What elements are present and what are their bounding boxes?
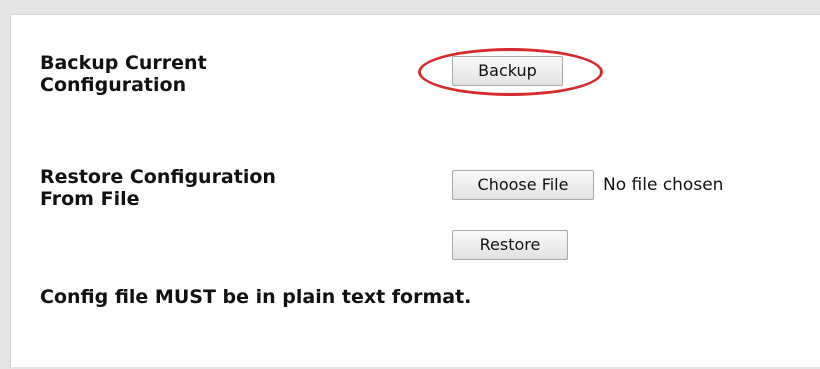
choose-file-button[interactable]: Choose File [452, 170, 594, 200]
backup-button[interactable]: Backup [452, 56, 563, 86]
backup-label-line2: Configuration [40, 74, 187, 96]
backup-label: Backup Current Configuration [40, 52, 207, 96]
restore-label-line1: Restore Configuration [40, 166, 276, 188]
restore-label-line2: From File [40, 188, 140, 210]
file-status-text: No file chosen [603, 175, 724, 195]
format-note: Config file MUST be in plain text format… [40, 286, 472, 308]
restore-button[interactable]: Restore [452, 230, 568, 260]
backup-label-line1: Backup Current [40, 52, 207, 74]
restore-label: Restore Configuration From File [40, 166, 276, 210]
